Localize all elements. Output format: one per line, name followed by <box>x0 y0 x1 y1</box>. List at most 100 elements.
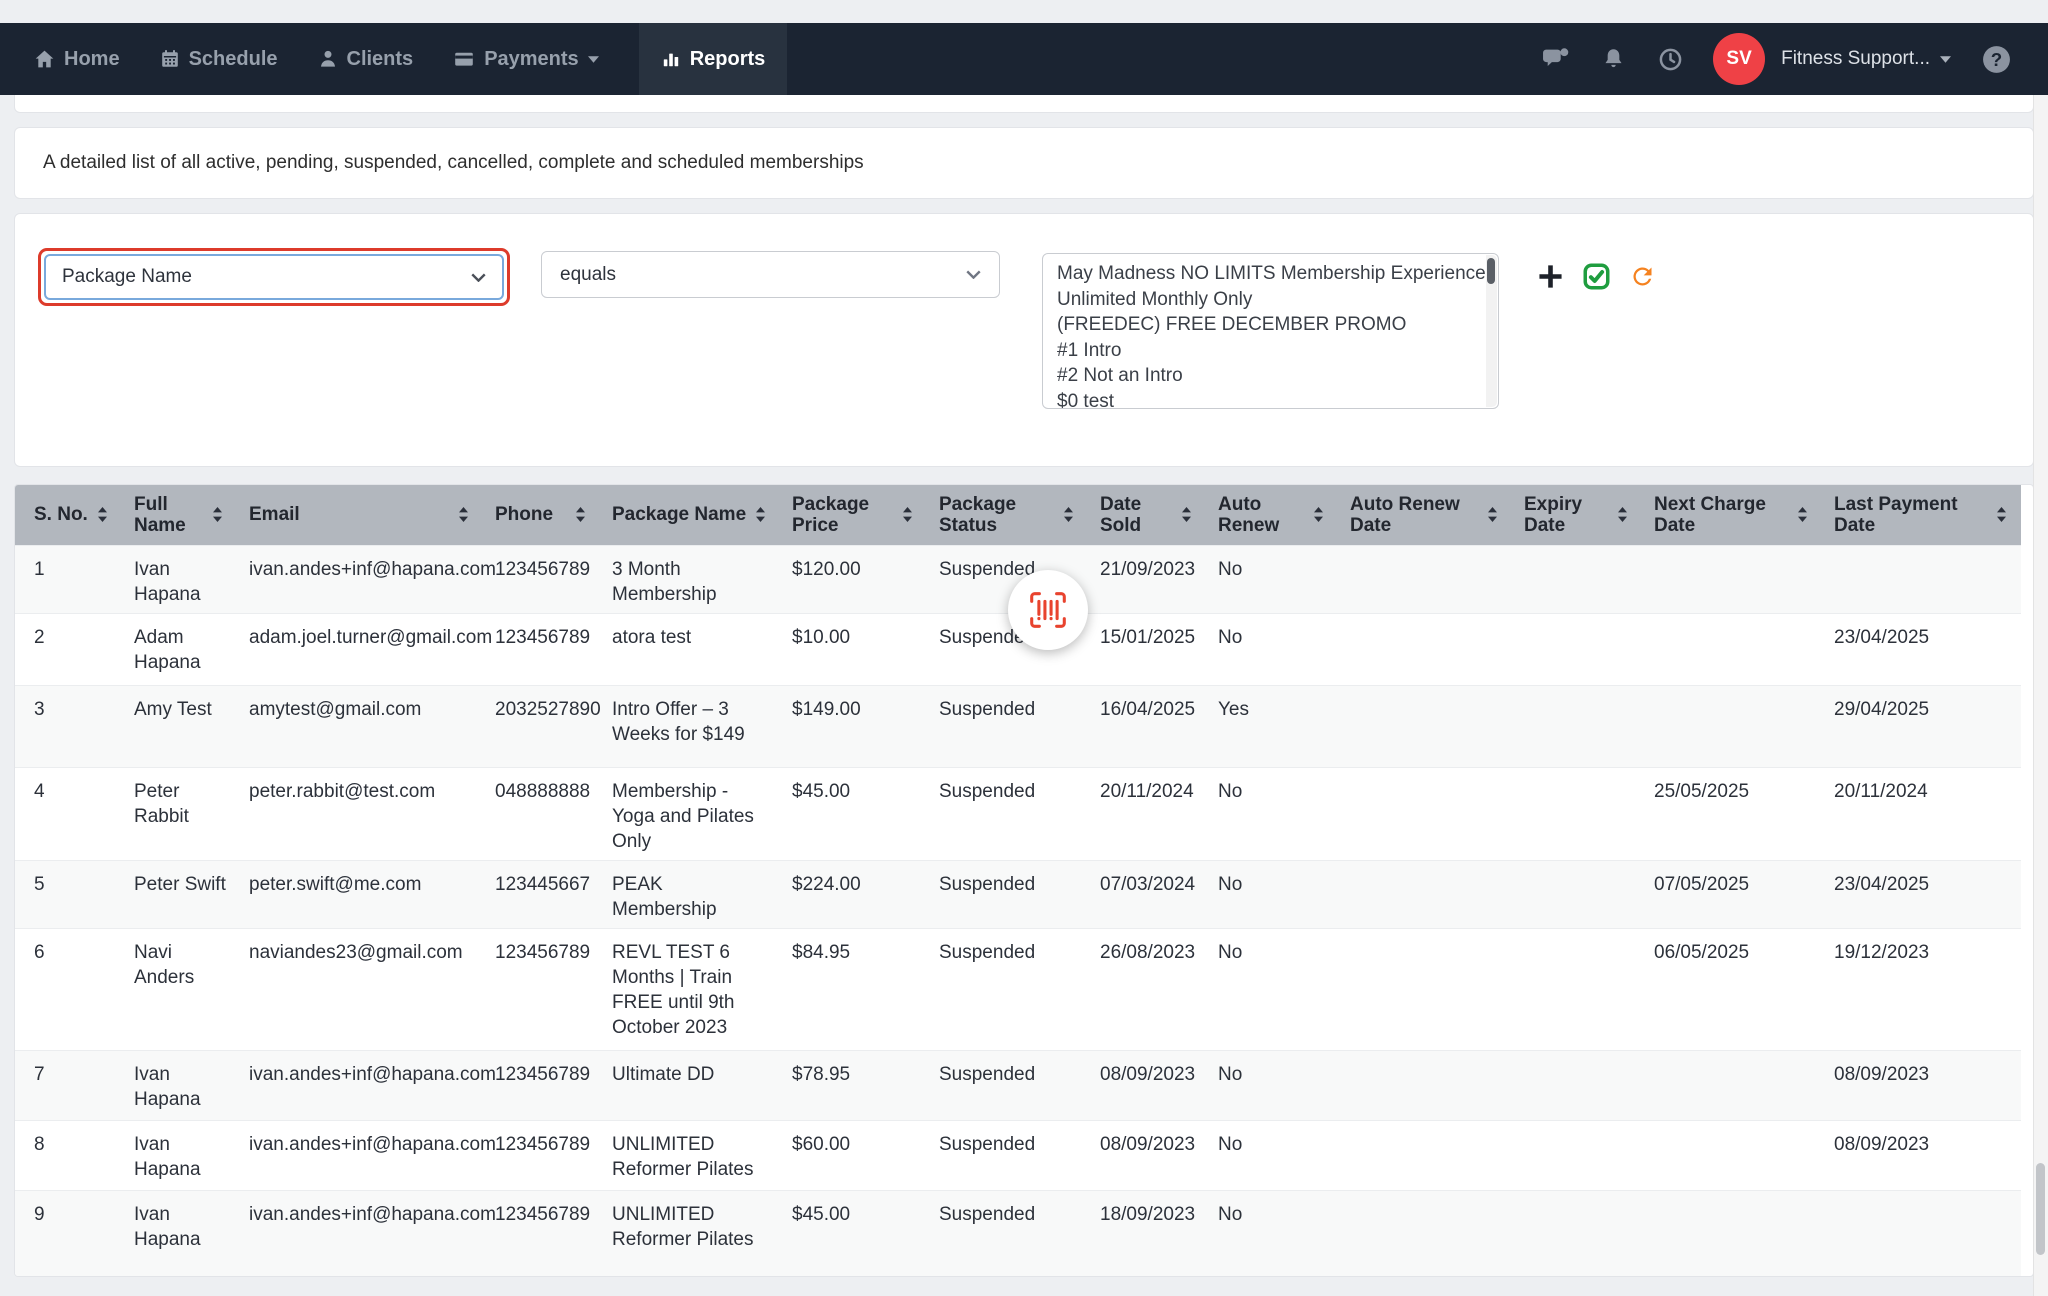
cell-package_price: $60.00 <box>780 1120 927 1190</box>
chat-button[interactable] <box>1542 47 1569 72</box>
table-row: 8Ivan Hapanaivan.andes+inf@hapana.com123… <box>15 1120 2021 1190</box>
nav-item-home[interactable]: Home <box>34 23 120 95</box>
filter-field-select[interactable]: Package Name <box>44 254 504 300</box>
help-button[interactable]: ? <box>1981 44 2012 75</box>
col-header-auto_renew_date[interactable]: Auto Renew Date <box>1338 485 1512 545</box>
cell-auto_renew_date <box>1338 545 1512 613</box>
clock-button[interactable] <box>1658 47 1683 72</box>
nav-item-reports[interactable]: Reports <box>639 23 788 95</box>
col-header-full_name[interactable]: Full Name <box>122 485 237 545</box>
avatar[interactable]: SV <box>1713 33 1765 85</box>
home-icon <box>34 49 55 70</box>
bell-icon <box>1601 47 1626 72</box>
col-header-package_name[interactable]: Package Name <box>600 485 780 545</box>
cell-phone: 123456789 <box>483 1050 600 1120</box>
cell-full_name: Ivan Hapana <box>122 1190 237 1276</box>
chevron-down-icon <box>471 273 486 282</box>
col-header-package_price[interactable]: Package Price <box>780 485 927 545</box>
listbox-scrollbar-track <box>1486 255 1497 407</box>
caret-down-icon <box>588 56 599 63</box>
col-header-date_sold[interactable]: Date Sold <box>1088 485 1206 545</box>
reset-filter-button[interactable] <box>1629 263 1656 290</box>
cell-package_status: Suspended <box>927 928 1088 1050</box>
col-header-expiry_date[interactable]: Expiry Date <box>1512 485 1642 545</box>
barcode-scan-fab[interactable] <box>1008 570 1088 650</box>
payments-icon <box>453 49 475 69</box>
cell-sno: 9 <box>15 1190 122 1276</box>
calendar-icon <box>160 49 180 69</box>
table-row: 9Ivan Hapanaivan.andes+inf@hapana.com123… <box>15 1190 2021 1276</box>
nav-item-label: Schedule <box>189 48 278 71</box>
page-scrollbar-thumb[interactable] <box>2036 1163 2045 1255</box>
package-option[interactable]: (FREEDEC) FREE DECEMBER PROMO <box>1057 312 1474 338</box>
listbox-scrollbar-thumb[interactable] <box>1487 258 1495 284</box>
col-header-sno[interactable]: S. No. <box>15 485 122 545</box>
cell-package_price: $45.00 <box>780 767 927 860</box>
filter-values-listbox[interactable]: May Madness NO LIMITS Membership Experie… <box>1042 253 1499 409</box>
chevron-down-icon <box>1940 56 1951 63</box>
chevron-down-icon <box>966 270 981 279</box>
cell-date_sold: 08/09/2023 <box>1088 1120 1206 1190</box>
bell-button[interactable] <box>1601 47 1626 72</box>
filter-field-highlight-ring: Package Name <box>38 248 510 306</box>
col-header-phone[interactable]: Phone <box>483 485 600 545</box>
nav-item-label: Reports <box>690 48 766 71</box>
nav-item-clients[interactable]: Clients <box>318 23 414 95</box>
cell-last_payment_date: 19/12/2023 <box>1822 928 2021 1050</box>
cell-auto_renew: Yes <box>1206 685 1338 767</box>
cell-date_sold: 18/09/2023 <box>1088 1190 1206 1276</box>
user-menu[interactable]: Fitness Support... <box>1781 48 1951 70</box>
package-option[interactable]: #1 Intro <box>1057 338 1474 364</box>
package-option[interactable]: Unlimited Monthly Only <box>1057 287 1474 313</box>
add-filter-button[interactable] <box>1537 263 1564 290</box>
cell-sno: 1 <box>15 545 122 613</box>
package-option[interactable]: #2 Not an Intro <box>1057 363 1474 389</box>
nav-item-schedule[interactable]: Schedule <box>160 23 278 95</box>
clock-icon <box>1658 47 1683 72</box>
filter-operator-select[interactable]: equals <box>541 251 1000 298</box>
cell-next_charge_date <box>1642 1120 1822 1190</box>
cell-package_name: PEAK Membership <box>600 860 780 928</box>
cell-phone: 123456789 <box>483 928 600 1050</box>
nav-item-label: Home <box>64 48 120 71</box>
cell-auto_renew_date <box>1338 1190 1512 1276</box>
col-header-last_payment_date[interactable]: Last Payment Date <box>1822 485 2021 545</box>
package-option[interactable]: $0 test <box>1057 389 1474 410</box>
cell-auto_renew: No <box>1206 1050 1338 1120</box>
cell-sno: 6 <box>15 928 122 1050</box>
cell-package_name: Ultimate DD <box>600 1050 780 1120</box>
cell-auto_renew_date <box>1338 1050 1512 1120</box>
col-header-label: Full Name <box>134 494 206 536</box>
cell-next_charge_date <box>1642 613 1822 685</box>
cell-package_name: Intro Offer – 3 Weeks for $149 <box>600 685 780 767</box>
nav-item-label: Clients <box>347 48 414 71</box>
nav-item-payments[interactable]: Payments <box>453 23 599 95</box>
cell-package_name: UNLIMITED Reformer Pilates <box>600 1190 780 1276</box>
cell-auto_renew: No <box>1206 767 1338 860</box>
cell-full_name: Navi Anders <box>122 928 237 1050</box>
cell-next_charge_date: 25/05/2025 <box>1642 767 1822 860</box>
cell-package_status: Suspended <box>927 1050 1088 1120</box>
barcode-scan-icon <box>1025 587 1071 633</box>
reports-icon <box>661 49 681 69</box>
col-header-email[interactable]: Email <box>237 485 483 545</box>
cell-package_price: $78.95 <box>780 1050 927 1120</box>
col-header-label: Auto Renew Date <box>1350 494 1481 536</box>
cell-last_payment_date: 08/09/2023 <box>1822 1050 2021 1120</box>
col-header-next_charge_date[interactable]: Next Charge Date <box>1642 485 1822 545</box>
cell-last_payment_date: 23/04/2025 <box>1822 860 2021 928</box>
apply-filter-button[interactable] <box>1583 263 1610 290</box>
cell-package_name: 3 Month Membership <box>600 545 780 613</box>
cell-sno: 5 <box>15 860 122 928</box>
nav-menu: Home Schedule Clients Payments Reports <box>0 23 787 95</box>
cell-expiry_date <box>1512 860 1642 928</box>
cell-phone: 123445667 <box>483 860 600 928</box>
cell-date_sold: 16/04/2025 <box>1088 685 1206 767</box>
table-row: 7Ivan Hapanaivan.andes+inf@hapana.com123… <box>15 1050 2021 1120</box>
sort-icon <box>1181 507 1192 522</box>
col-header-auto_renew[interactable]: Auto Renew <box>1206 485 1338 545</box>
col-header-package_status[interactable]: Package Status <box>927 485 1088 545</box>
cell-package_status: Suspended <box>927 767 1088 860</box>
page-scrollbar[interactable] <box>2033 95 2048 1296</box>
package-option[interactable]: May Madness NO LIMITS Membership Experie… <box>1057 261 1474 287</box>
